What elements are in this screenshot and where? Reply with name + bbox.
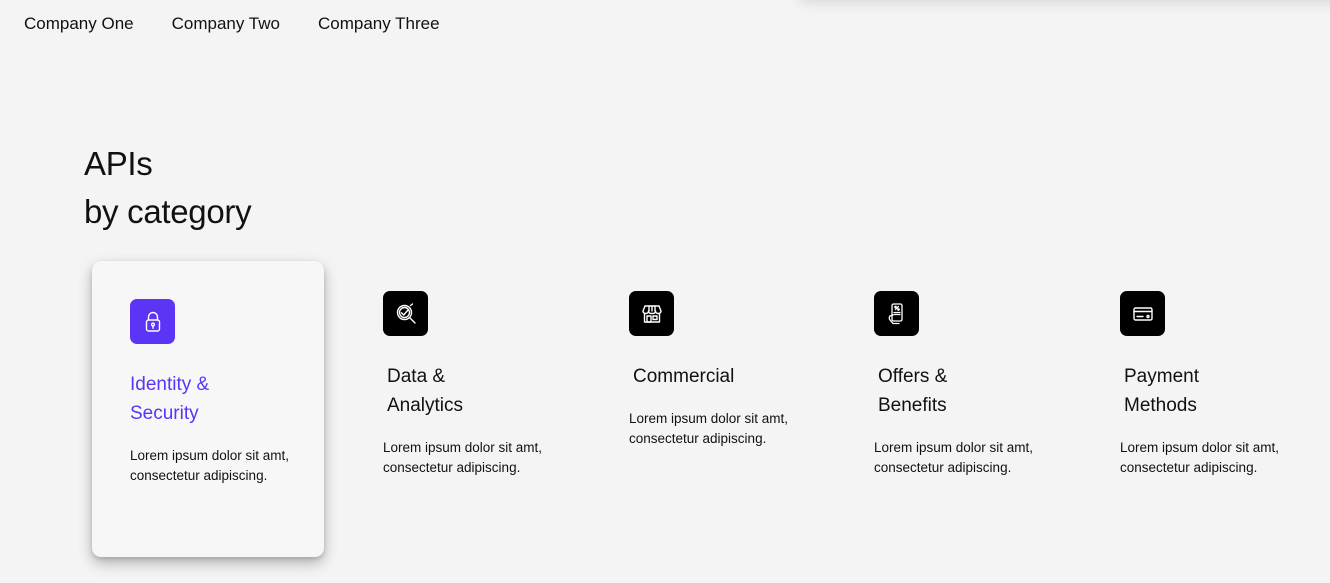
category-title-line2: Benefits: [878, 395, 947, 416]
category-card-payment-methods[interactable]: Payment Methods Lorem ipsum dolor sit am…: [1082, 261, 1322, 557]
category-description-line2: consectetur adipiscing.: [629, 431, 767, 446]
category-title-line2: Security: [130, 403, 199, 424]
lock-icon: [130, 299, 175, 344]
category-description: Lorem ipsum dolor sit amt, consectetur a…: [629, 409, 814, 449]
nav-item-company-three[interactable]: Company Three: [318, 13, 440, 35]
category-description: Lorem ipsum dolor sit amt, consectetur a…: [874, 438, 1059, 478]
top-nav: Company One Company Two Company Three: [24, 13, 440, 35]
category-description: Lorem ipsum dolor sit amt, consectetur a…: [130, 446, 315, 486]
category-description-line1: Lorem ipsum dolor sit amt,: [130, 448, 290, 463]
category-title: Payment Methods: [1124, 362, 1324, 420]
category-title-line1: Identity &: [130, 374, 210, 395]
category-description-line1: Lorem ipsum dolor sit amt,: [874, 440, 1034, 455]
category-description: Lorem ipsum dolor sit amt, consectetur a…: [1120, 438, 1305, 478]
category-description-line2: consectetur adipiscing.: [874, 460, 1012, 475]
page-title-line1: APIs: [84, 145, 153, 182]
category-description-line1: Lorem ipsum dolor sit amt,: [1120, 440, 1280, 455]
storefront-icon: [629, 291, 674, 336]
category-title-line1: Commercial: [633, 366, 735, 387]
category-description: Lorem ipsum dolor sit amt, consectetur a…: [383, 438, 568, 478]
credit-card-icon: [1120, 291, 1165, 336]
page-title: APIs by category: [84, 140, 252, 236]
category-title-line1: Data &: [387, 366, 446, 387]
category-title: Data & Analytics: [387, 362, 587, 420]
category-title: Offers & Benefits: [878, 362, 1078, 420]
category-title-line2: Methods: [1124, 395, 1197, 416]
category-title: Identity & Security: [130, 370, 330, 428]
category-description-line1: Lorem ipsum dolor sit amt,: [383, 440, 543, 455]
category-description-line2: consectetur adipiscing.: [1120, 460, 1258, 475]
category-card-offers-benefits[interactable]: Offers & Benefits Lorem ipsum dolor sit …: [836, 261, 1068, 557]
analytics-search-icon: [383, 291, 428, 336]
category-title: Commercial: [633, 362, 833, 391]
category-card-identity-security[interactable]: Identity & Security Lorem ipsum dolor si…: [92, 261, 324, 557]
mobile-offer-icon: [874, 291, 919, 336]
category-description-line2: consectetur adipiscing.: [130, 468, 268, 483]
category-title-line2: Analytics: [387, 395, 464, 416]
category-card-data-analytics[interactable]: Data & Analytics Lorem ipsum dolor sit a…: [345, 261, 577, 557]
page-title-line2: by category: [84, 193, 252, 230]
category-description-line1: Lorem ipsum dolor sit amt,: [629, 411, 789, 426]
nav-item-company-two[interactable]: Company Two: [172, 13, 280, 35]
category-title-line1: Payment: [1124, 366, 1199, 387]
category-title-line1: Offers &: [878, 366, 948, 387]
page: Company One Company Two Company Three AP…: [0, 0, 1330, 583]
category-card-commercial[interactable]: Commercial Lorem ipsum dolor sit amt, co…: [591, 261, 823, 557]
nav-item-company-one[interactable]: Company One: [24, 13, 134, 35]
category-description-line2: consectetur adipiscing.: [383, 460, 521, 475]
